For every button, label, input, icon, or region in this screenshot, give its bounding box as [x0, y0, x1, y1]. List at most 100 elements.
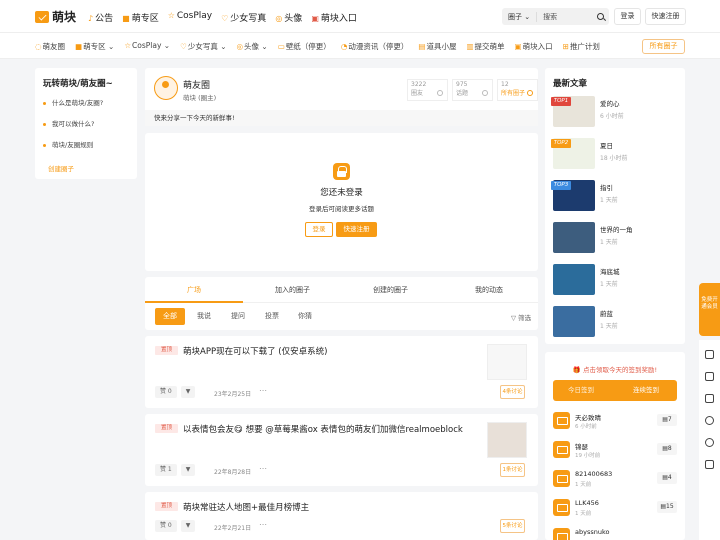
- signin-user[interactable]: 天必致晴 6 小时前 ▤7: [553, 410, 677, 432]
- sidebar-item-can-do[interactable]: 我可以做什么?: [43, 118, 94, 128]
- signin-user[interactable]: 821400683 1 天前 ▤4: [553, 468, 677, 490]
- article-item[interactable]: 世界的一角 1 天前: [553, 222, 679, 253]
- gift-icon[interactable]: [705, 372, 714, 381]
- subnav-item-avatar[interactable]: ◎头像 ⌄: [237, 41, 268, 52]
- vip-float-button[interactable]: 免费开通会员: [699, 283, 720, 336]
- post-card[interactable]: 置顶 萌块常驻达人地图+最佳月榜博主 赞 0 ▼ 22年2月21日 ⋯ 5条讨论: [145, 492, 538, 540]
- comments-button[interactable]: 4条讨论: [500, 385, 525, 399]
- article-thumbnail[interactable]: [553, 306, 595, 337]
- subnav-item-entry[interactable]: ▣萌块入口: [515, 41, 553, 52]
- sidebar-item-what[interactable]: 什么是萌块/友圈?: [43, 97, 103, 107]
- dislike-button[interactable]: ▼: [180, 464, 196, 476]
- tab-square[interactable]: 广场: [187, 285, 201, 295]
- today-signin-tab[interactable]: 今日签到: [568, 380, 594, 401]
- article-item[interactable]: TOP3 指引 1 天前: [551, 180, 679, 211]
- nav-cosplay[interactable]: ☆ CosPlay: [168, 11, 212, 24]
- article-title[interactable]: 蔚蓝: [600, 308, 613, 318]
- user-name[interactable]: 821400683: [575, 470, 612, 478]
- user-name[interactable]: LLK456: [575, 499, 599, 507]
- tab-joined[interactable]: 加入的圈子: [275, 285, 310, 295]
- user-name[interactable]: 天必致晴: [575, 412, 601, 422]
- signin-user[interactable]: LLK456 1 天前 ▤15: [553, 497, 677, 519]
- prompt-register-button[interactable]: 快速注册: [336, 222, 377, 237]
- filter-all[interactable]: 全部: [155, 308, 185, 325]
- subnav-item-cosplay[interactable]: ☆CosPlay ⌄: [124, 41, 170, 52]
- tab-my-activity[interactable]: 我的动态: [475, 285, 503, 295]
- more-icon[interactable]: ⋯: [259, 520, 267, 529]
- filter-button[interactable]: ▽ 筛选: [511, 312, 531, 322]
- like-button[interactable]: 赞 0: [155, 386, 177, 398]
- post-thumbnail[interactable]: [487, 422, 527, 458]
- search-icon[interactable]: [593, 9, 609, 25]
- avatar[interactable]: [553, 528, 570, 540]
- article-item[interactable]: 海底城 1 天前: [553, 264, 679, 295]
- like-button[interactable]: 赞 0: [155, 520, 177, 532]
- all-circles-button[interactable]: 所有圈子: [642, 39, 685, 54]
- more-icon[interactable]: ⋯: [259, 464, 267, 473]
- create-circle-link[interactable]: 创建圈子: [48, 163, 74, 173]
- avatar[interactable]: [553, 499, 570, 516]
- user-name[interactable]: 锦瑟: [575, 441, 588, 451]
- comments-button[interactable]: 1条讨论: [500, 463, 525, 477]
- user-name[interactable]: abyssnuko: [575, 528, 609, 536]
- headset-icon[interactable]: [705, 438, 714, 447]
- article-item[interactable]: 蔚蓝 1 天前: [553, 306, 679, 337]
- subnav-item-friends[interactable]: ◌萌友圈: [35, 41, 65, 52]
- signin-prompt[interactable]: 🎁 点击领取今天的签到奖励!: [545, 364, 685, 374]
- search-category-select[interactable]: 圈子 ⌄: [502, 11, 538, 22]
- more-icon[interactable]: ⋯: [259, 386, 267, 395]
- stat-topics[interactable]: 975 话题: [452, 79, 493, 101]
- sidebar-item-rules[interactable]: 萌块/友圈规则: [43, 139, 93, 149]
- nav-entry[interactable]: ▣ 萌块入口: [311, 11, 357, 24]
- search-input[interactable]: 搜索: [537, 12, 593, 22]
- filter-ask[interactable]: 提问: [231, 308, 245, 325]
- nav-zone[interactable]: ■ 萌专区: [122, 11, 159, 24]
- subnav-item-news[interactable]: ◔动漫资讯（停更）: [341, 41, 409, 52]
- subnav-item-photo[interactable]: ♡少女写真 ⌄: [180, 41, 226, 52]
- circle-owner[interactable]: 萌块 (圈主): [183, 92, 216, 102]
- avatar[interactable]: [553, 470, 570, 487]
- comments-button[interactable]: 5条讨论: [500, 519, 525, 533]
- avatar[interactable]: [553, 441, 570, 458]
- tab-created[interactable]: 创建的圈子: [373, 285, 408, 295]
- like-button[interactable]: 赞 1: [155, 464, 177, 476]
- nav-photo[interactable]: ♡ 少女写真: [221, 11, 266, 24]
- post-title[interactable]: 萌块APP现在可以下载了 (仅安卓系统): [183, 345, 327, 357]
- filter-say[interactable]: 我说: [197, 308, 211, 325]
- article-thumbnail[interactable]: [553, 222, 595, 253]
- subnav-item-submit[interactable]: ▥提交萌单: [466, 41, 504, 52]
- subnav-item-wallpaper[interactable]: ▭壁纸（停更）: [278, 41, 331, 52]
- article-thumbnail[interactable]: [553, 264, 595, 295]
- mail-icon[interactable]: [705, 394, 714, 403]
- signin-user[interactable]: abyssnuko: [553, 526, 677, 540]
- post-title[interactable]: 萌块常驻达人地图+最佳月榜博主: [183, 501, 309, 513]
- article-title[interactable]: 世界的一角: [600, 224, 633, 234]
- article-title[interactable]: 夏日: [600, 140, 613, 150]
- filter-vote[interactable]: 投票: [265, 308, 279, 325]
- post-card[interactable]: 置顶 以表情包会友😋 想要 @草莓果酱ox 表情包的萌友们加微信realmoeb…: [145, 414, 538, 486]
- prompt-login-button[interactable]: 登录: [305, 222, 333, 237]
- bag-icon[interactable]: [705, 350, 714, 359]
- search-icon[interactable]: [705, 416, 714, 425]
- dislike-button[interactable]: ▼: [180, 520, 196, 532]
- post-thumbnail[interactable]: [487, 344, 527, 380]
- avatar[interactable]: [553, 412, 570, 429]
- dislike-button[interactable]: ▼: [180, 386, 196, 398]
- post-card[interactable]: 置顶 萌块APP现在可以下载了 (仅安卓系统) 赞 0 ▼ 23年2月25日 ⋯…: [145, 336, 538, 408]
- streak-signin-tab[interactable]: 连续签到: [633, 380, 659, 401]
- subnav-item-promo[interactable]: ⊞推广计划: [563, 41, 600, 52]
- filter-guess[interactable]: 你猜: [298, 308, 312, 325]
- article-title[interactable]: 指引: [600, 182, 613, 192]
- register-button[interactable]: 快速注册: [645, 8, 686, 25]
- post-title[interactable]: 以表情包会友😋 想要 @草莓果酱ox 表情包的萌友们加微信realmoebloc…: [183, 423, 463, 435]
- login-button[interactable]: 登录: [614, 8, 641, 25]
- article-title[interactable]: 海底城: [600, 266, 620, 276]
- article-title[interactable]: 爱的心: [600, 98, 620, 108]
- article-item[interactable]: TOP2 夏日 18 小时前: [551, 138, 679, 169]
- signin-user[interactable]: 锦瑟 19 小时前 ▤8: [553, 439, 677, 461]
- nav-announcement[interactable]: ♪ 公告: [88, 11, 113, 24]
- article-item[interactable]: TOP1 爱的心 6 小时前: [551, 96, 679, 127]
- stat-members[interactable]: 3222 圈友: [407, 79, 448, 101]
- subnav-item-zone[interactable]: ■萌专区 ⌄: [75, 41, 114, 52]
- message-icon[interactable]: [705, 460, 714, 469]
